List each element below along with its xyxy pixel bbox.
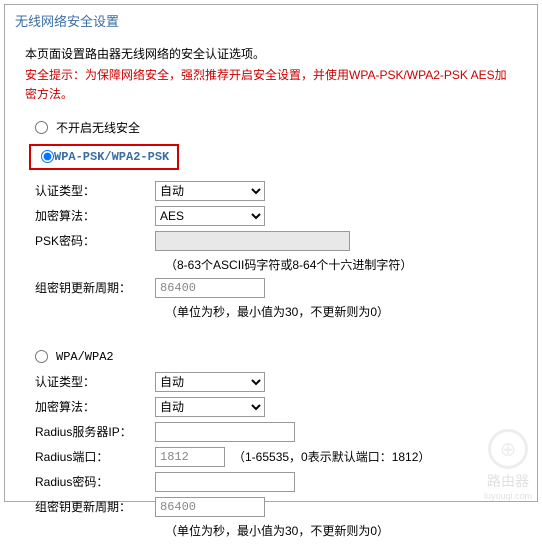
wpa-radius-ip-label: Radius服务器IP： (35, 423, 155, 440)
intro-text: 本页面设置路由器无线网络的安全认证选项。 (25, 45, 517, 64)
panel-body: 本页面设置路由器无线网络的安全认证选项。 安全提示：为保障网络安全，强烈推荐开启… (5, 37, 537, 551)
option-wpa-psk-highlighted[interactable]: WPA-PSK/WPA2-PSK (29, 144, 179, 170)
wpapsk-enc-select[interactable]: AES (155, 206, 265, 226)
wpapsk-rekey-label: 组密钥更新周期： (35, 279, 155, 296)
wpa-enc-select[interactable]: 自动 (155, 397, 265, 417)
wpa-auth-label: 认证类型： (35, 373, 155, 390)
wpa-auth-select[interactable]: 自动 (155, 372, 265, 392)
wpa-radius-port-input[interactable] (155, 447, 225, 467)
wpa-enc-label: 加密算法： (35, 398, 155, 415)
radio-disable[interactable] (35, 121, 48, 134)
wpapsk-rekey-input[interactable] (155, 278, 265, 298)
wpapsk-auth-label: 认证类型： (35, 182, 155, 199)
wpa-radius-port-label: Radius端口： (35, 448, 155, 465)
security-warning: 安全提示：为保障网络安全，强烈推荐开启安全设置，并使用WPA-PSK/WPA2-… (25, 66, 517, 104)
radio-wpa[interactable] (35, 350, 48, 363)
radio-wpapsk[interactable] (41, 150, 54, 163)
panel-title: 无线网络安全设置 (5, 5, 537, 37)
settings-panel: 无线网络安全设置 本页面设置路由器无线网络的安全认证选项。 安全提示：为保障网络… (4, 4, 538, 502)
wpapsk-form: 认证类型： 自动 加密算法： AES PSK密码： （8-63个ASCII码字符… (35, 181, 517, 320)
wpa-radius-pw-input[interactable] (155, 472, 295, 492)
wpa-radius-port-hint: （1-65535，0表示默认端口：1812） (233, 448, 430, 465)
wpa-rekey-hint: （单位为秒，最小值为30，不更新则为0） (165, 522, 517, 539)
radio-wpa-label: WPA/WPA2 (56, 350, 114, 364)
wpapsk-psk-label: PSK密码： (35, 232, 155, 249)
wpapsk-enc-label: 加密算法： (35, 207, 155, 224)
option-disable-security[interactable]: 不开启无线安全 (35, 119, 517, 136)
wpa-form: 认证类型： 自动 加密算法： 自动 Radius服务器IP： Radius端口：… (35, 372, 517, 539)
wpapsk-rekey-hint: （单位为秒，最小值为30，不更新则为0） (165, 303, 517, 320)
option-wpa[interactable]: WPA/WPA2 (35, 350, 517, 364)
wpapsk-psk-hint: （8-63个ASCII码字符或8-64个十六进制字符） (165, 256, 517, 273)
radio-disable-label: 不开启无线安全 (56, 119, 140, 136)
wpa-radius-pw-label: Radius密码： (35, 473, 155, 490)
radio-wpapsk-label: WPA-PSK/WPA2-PSK (54, 150, 169, 164)
wpapsk-auth-select[interactable]: 自动 (155, 181, 265, 201)
wpa-radius-ip-input[interactable] (155, 422, 295, 442)
wpapsk-psk-input[interactable] (155, 231, 350, 251)
